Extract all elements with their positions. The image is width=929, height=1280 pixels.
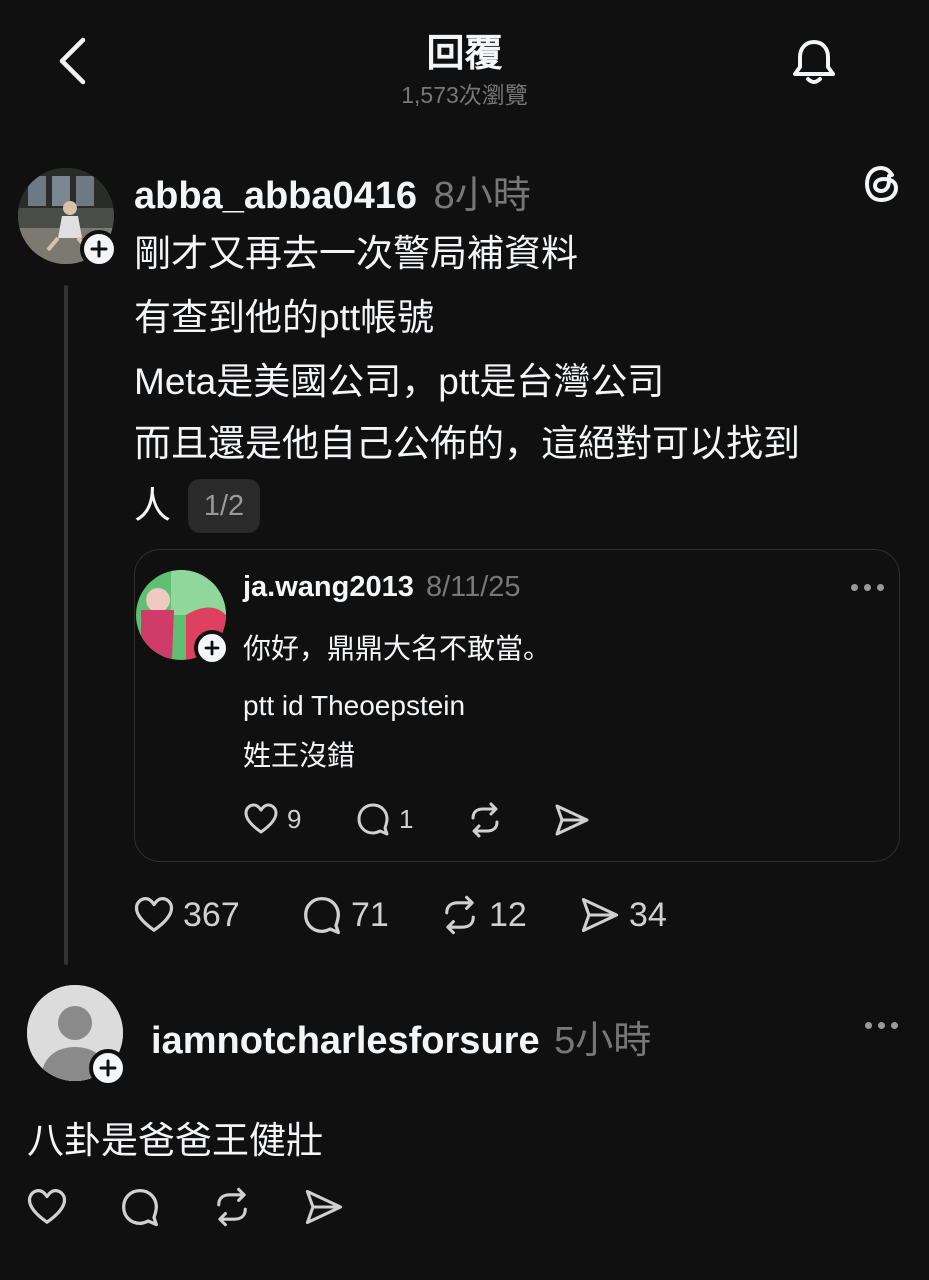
quote-header: ja.wang2013 8/11/25: [243, 571, 521, 604]
quote-text-line-2: ptt id Theoepstein: [243, 690, 466, 721]
reply-repost-button[interactable]: [211, 1186, 253, 1228]
plus-icon: [204, 640, 220, 656]
reply-like-button[interactable]: [26, 1186, 68, 1228]
quote-text-line-3: 姓王沒錯: [243, 740, 356, 771]
heart-icon: [244, 803, 278, 834]
username[interactable]: abba_abba0416: [134, 175, 417, 217]
plus-icon: [90, 240, 108, 258]
comment-icon: [304, 897, 340, 935]
repost-icon: [471, 802, 499, 838]
post-header: abba_abba0416 8小時: [134, 164, 531, 219]
reply-share-button[interactable]: [303, 1186, 345, 1228]
comment-icon: [357, 803, 389, 836]
reply-time: 5小時: [554, 1020, 652, 1062]
quote-like-button[interactable]: 9: [243, 801, 301, 837]
post-text-line-5: 人: [134, 485, 171, 526]
post-text-line-2: 有查到他的ptt帳號: [134, 297, 435, 338]
quote-date: 8/11/25: [425, 571, 521, 603]
repost-icon: [217, 1187, 247, 1227]
post-text-line-3: Meta是美國公司，ptt是台灣公司: [134, 361, 665, 402]
heart-icon: [27, 1189, 67, 1224]
follow-button[interactable]: [80, 230, 118, 268]
threads-logo[interactable]: [862, 163, 902, 205]
quote-more-button[interactable]: [851, 584, 884, 591]
plus-icon: [99, 1059, 117, 1077]
post-text-line-4: 而且還是他自己公佈的，這絕對可以找到: [134, 423, 800, 464]
quote-like-count: 9: [287, 803, 302, 834]
like-button[interactable]: 367: [133, 894, 240, 936]
bell-icon: [793, 40, 835, 84]
heart-icon: [134, 897, 174, 932]
reply-button[interactable]: 71: [301, 894, 389, 936]
quote-reply-button[interactable]: 1: [355, 801, 413, 837]
quote-username[interactable]: ja.wang2013: [243, 571, 414, 603]
repost-count: 12: [489, 895, 527, 934]
reply-follow-button[interactable]: [89, 1049, 127, 1087]
quote-repost-button[interactable]: [466, 801, 504, 839]
like-count: 367: [183, 895, 240, 934]
reply-more-button[interactable]: [865, 1022, 898, 1029]
page-indicator: 1/2: [188, 479, 260, 533]
reply-header: iamnotcharlesforsure 5小時: [151, 1009, 651, 1064]
quote-follow-button[interactable]: [194, 630, 230, 666]
send-icon: [555, 804, 589, 836]
post-time: 8小時: [433, 175, 531, 217]
comment-icon: [122, 1189, 158, 1227]
reply-count: 71: [351, 895, 389, 934]
quote-reply-count: 1: [399, 803, 414, 834]
quote-text-line-1: 你好，鼎鼎大名不敢當。: [243, 633, 552, 664]
send-icon: [581, 897, 619, 933]
post-text-line-1: 剛才又再去一次警局補資料: [134, 233, 578, 274]
send-icon: [305, 1189, 343, 1225]
repost-icon: [445, 895, 475, 935]
reply-reply-button[interactable]: [119, 1186, 161, 1228]
repost-button[interactable]: 12: [439, 894, 527, 936]
notification-button[interactable]: [788, 36, 840, 88]
quote-share-button[interactable]: [553, 801, 591, 839]
thread-line: [64, 285, 68, 965]
share-count: 34: [629, 895, 667, 934]
share-button[interactable]: 34: [579, 894, 667, 936]
reply-text: 八卦是爸爸王健壯: [27, 1120, 323, 1161]
reply-username[interactable]: iamnotcharlesforsure: [151, 1020, 540, 1062]
threads-logo-icon: [864, 165, 899, 203]
